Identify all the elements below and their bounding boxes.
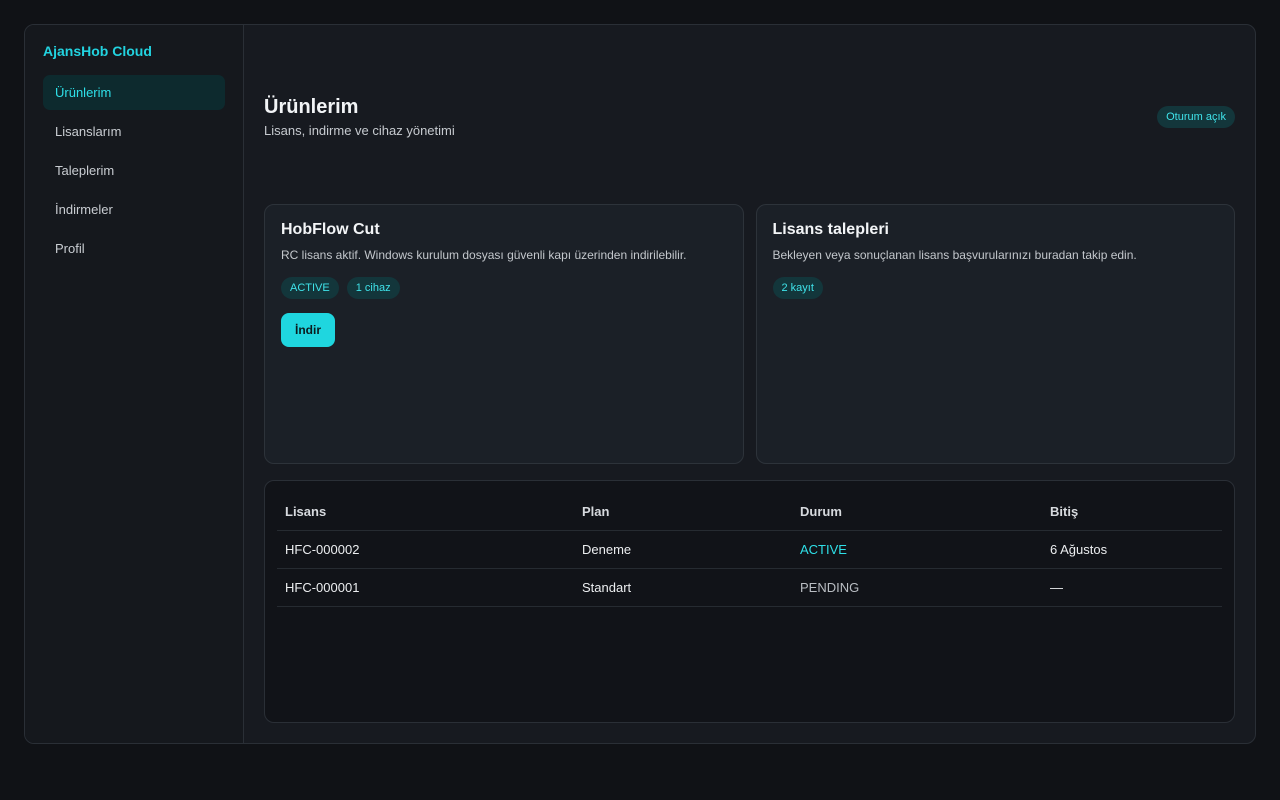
table-header-row: Lisans Plan Durum Bitiş <box>277 493 1222 531</box>
license-id-cell: HFC-000002 <box>277 530 574 569</box>
brand-logo: AjansHob Cloud <box>43 43 152 59</box>
sidebar-item-products[interactable]: Ürünlerim <box>43 75 225 110</box>
requests-badges: 2 kayıt <box>772 277 1219 299</box>
sidebar-item-licenses[interactable]: Lisanslarım <box>43 114 225 149</box>
page-title: Ürünlerim <box>264 96 359 118</box>
sidebar-item-requests[interactable]: Taleplerim <box>43 153 225 188</box>
column-header-expiry: Bitiş <box>1042 493 1222 531</box>
license-status-badge: ACTIVE <box>281 277 339 299</box>
download-button[interactable]: İndir <box>281 313 335 347</box>
column-header-license: Lisans <box>277 493 574 531</box>
requests-card-title: Lisans talepleri <box>772 221 890 238</box>
column-header-status: Durum <box>792 493 1042 531</box>
app-window: AjansHob Cloud Ürünlerim Lisanslarım Tal… <box>24 24 1256 744</box>
status-cell: PENDING <box>792 568 1042 607</box>
expiry-cell: — <box>1042 568 1222 607</box>
page-header: Ürünlerim Lisans, indirme ve cihaz yönet… <box>264 95 1235 138</box>
license-table-panel: Lisans Plan Durum Bitiş HFC-000002 Denem… <box>264 480 1235 723</box>
license-id-cell: HFC-000001 <box>277 568 574 607</box>
request-count-badge: 2 kayıt <box>772 277 823 299</box>
column-header-plan: Plan <box>574 493 792 531</box>
product-badges: ACTIVE 1 cihaz <box>281 277 727 299</box>
product-card-title: HobFlow Cut <box>281 221 380 238</box>
session-status-badge: Oturum açık <box>1157 106 1235 128</box>
status-cell: ACTIVE <box>792 530 1042 569</box>
main-content: Ürünlerim Lisans, indirme ve cihaz yönet… <box>244 25 1255 743</box>
table-row[interactable]: HFC-000001 Standart PENDING — <box>277 568 1222 607</box>
product-card-description: RC lisans aktif. Windows kurulum dosyası… <box>281 248 687 262</box>
page-subtitle: Lisans, indirme ve cihaz yönetimi <box>264 123 455 138</box>
card-row: HobFlow Cut RC lisans aktif. Windows kur… <box>264 204 1235 464</box>
sidebar: AjansHob Cloud Ürünlerim Lisanslarım Tal… <box>25 25 244 743</box>
license-table: Lisans Plan Durum Bitiş HFC-000002 Denem… <box>277 493 1222 607</box>
requests-card: Lisans talepleri Bekleyen veya sonuçlana… <box>755 204 1235 464</box>
device-count-badge: 1 cihaz <box>346 277 400 299</box>
sidebar-item-downloads[interactable]: İndirmeler <box>43 192 225 227</box>
plan-cell: Standart <box>574 568 792 607</box>
plan-cell: Deneme <box>574 530 792 569</box>
requests-card-description: Bekleyen veya sonuçlanan lisans başvurul… <box>772 248 1137 262</box>
table-row[interactable]: HFC-000002 Deneme ACTIVE 6 Ağustos <box>277 530 1222 569</box>
expiry-cell: 6 Ağustos <box>1042 530 1222 569</box>
sidebar-item-profile[interactable]: Profil <box>43 231 225 266</box>
product-card: HobFlow Cut RC lisans aktif. Windows kur… <box>264 204 744 464</box>
